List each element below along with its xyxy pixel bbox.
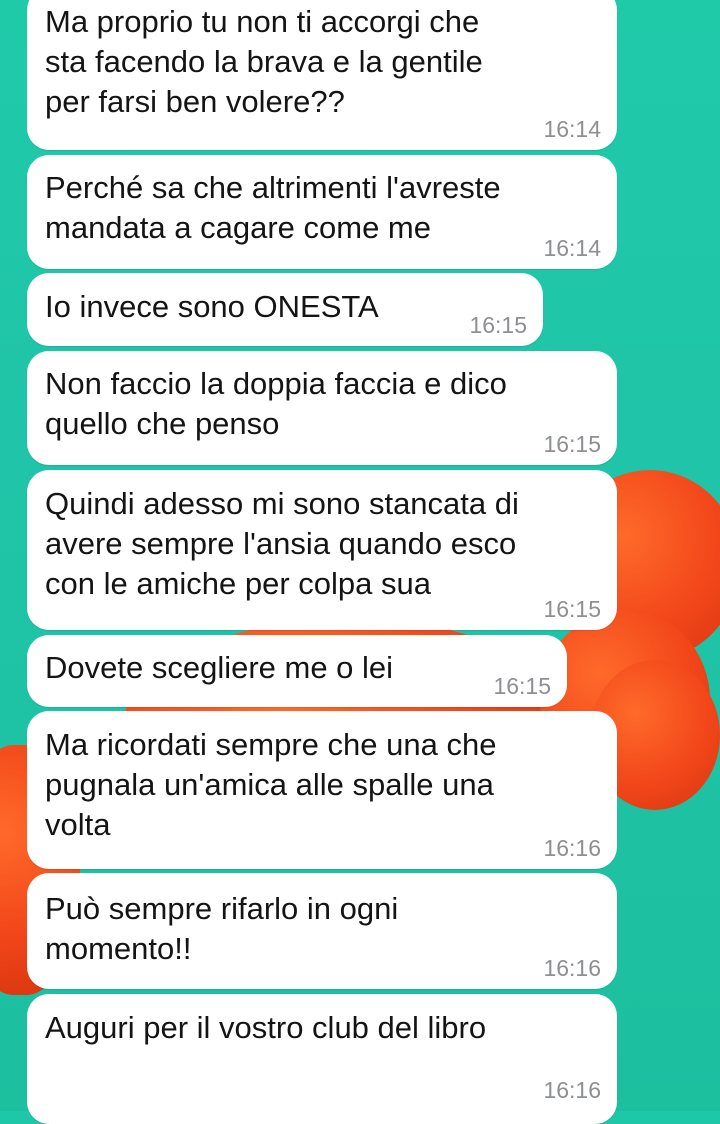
message-time: 16:16: [543, 1077, 601, 1103]
message-bubble[interactable]: Io invece sono ONESTA 16:15: [27, 273, 543, 346]
message-bubble[interactable]: Ma proprio tu non ti accorgi che sta fac…: [27, 0, 617, 150]
message-time: 16:16: [543, 835, 601, 861]
message-text: Io invece sono ONESTA: [45, 289, 379, 324]
message-bubble[interactable]: Può sempre rifarlo in ogni momento!! 16:…: [27, 873, 617, 989]
message-time: 16:15: [469, 312, 527, 338]
message-time: 16:16: [543, 955, 601, 981]
message-text: Ma proprio tu non ti accorgi che sta fac…: [45, 4, 483, 119]
message-text: Perché sa che altrimenti l'avreste manda…: [45, 170, 501, 245]
message-text: Dovete scegliere me o lei: [45, 650, 394, 685]
message-time: 16:15: [543, 431, 601, 457]
message-thread[interactable]: Ma proprio tu non ti accorgi che sta fac…: [0, 0, 720, 1124]
message-bubble[interactable]: Auguri per il vostro club del libro 16:1…: [27, 994, 617, 1124]
message-bubble[interactable]: Non faccio la doppia faccia e dico quell…: [27, 351, 617, 465]
message-bubble[interactable]: Quindi adesso mi sono stancata di avere …: [27, 470, 617, 630]
message-time: 16:15: [543, 596, 601, 622]
message-text: Può sempre rifarlo in ogni momento!!: [45, 891, 399, 966]
message-bubble[interactable]: Dovete scegliere me o lei 16:15: [27, 635, 567, 707]
message-text: Quindi adesso mi sono stancata di avere …: [45, 486, 519, 601]
message-time: 16:15: [493, 673, 551, 699]
message-bubble[interactable]: Ma ricordati sempre che una che pugnala …: [27, 711, 617, 869]
message-time: 16:14: [543, 235, 601, 261]
message-text: Ma ricordati sempre che una che pugnala …: [45, 727, 497, 842]
message-bubble[interactable]: Perché sa che altrimenti l'avreste manda…: [27, 155, 617, 269]
message-time: 16:14: [543, 116, 601, 142]
message-text: Non faccio la doppia faccia e dico quell…: [45, 366, 507, 441]
message-text: Auguri per il vostro club del libro: [45, 1010, 487, 1045]
